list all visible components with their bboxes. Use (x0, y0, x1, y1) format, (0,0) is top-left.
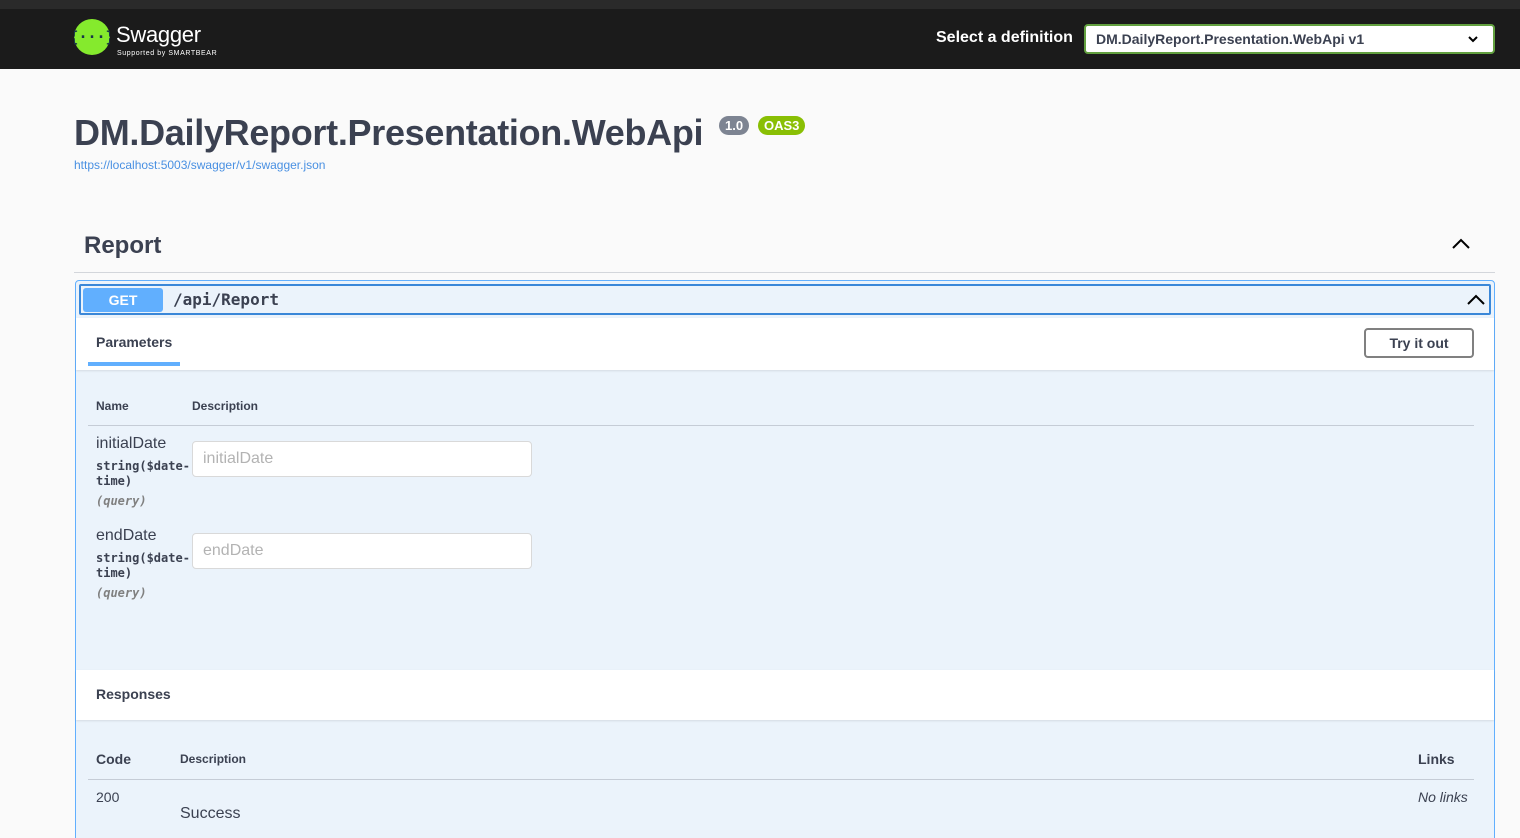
column-code-header: Code (96, 751, 131, 767)
param-type-line: time) (96, 474, 133, 488)
spec-url-link[interactable]: https://localhost:5003/swagger/v1/swagge… (74, 158, 325, 172)
response-links: No links (1418, 789, 1468, 805)
response-description: Success (180, 805, 241, 822)
param-location: (query) (96, 494, 147, 508)
parameters-header: Parameters Try it out (76, 318, 1494, 370)
response-code: 200 (96, 789, 120, 805)
column-name-header: Name (96, 399, 129, 413)
top-bar: {···} Swagger Supported by SMARTBEAR Sel… (0, 0, 1520, 69)
logo-subtext: Supported by SMARTBEAR (117, 50, 218, 57)
param-type-line: time) (96, 566, 133, 580)
param-type-line: string($date- (96, 551, 190, 565)
oas-badge: OAS3 (758, 116, 806, 135)
end-date-input[interactable] (192, 533, 532, 569)
version-badge: 1.0 (719, 116, 750, 135)
operation-path: /api/Report (173, 290, 279, 309)
param-type-line: string($date- (96, 459, 190, 473)
responses-title: Responses (96, 686, 171, 702)
definition-select[interactable]: DM.DailyReport.Presentation.WebApi v1 (1084, 24, 1495, 54)
tab-underline (88, 362, 180, 366)
param-type: string($date- time) (96, 459, 192, 489)
tag-title[interactable]: Report (84, 232, 161, 260)
definition-label: Select a definition (936, 29, 1073, 46)
initial-date-input[interactable] (192, 441, 532, 477)
method-badge: GET (83, 288, 163, 312)
definition-select-value: DM.DailyReport.Presentation.WebApi v1 (1096, 31, 1365, 47)
param-type: string($date- time) (96, 551, 192, 581)
parameters-divider (88, 425, 1474, 426)
chevron-down-icon (1468, 36, 1478, 43)
responses-header: Responses (76, 670, 1494, 720)
responses-divider (88, 779, 1474, 780)
param-location: (query) (96, 586, 147, 600)
param-name: endDate (96, 527, 157, 544)
column-links-header: Links (1418, 751, 1455, 767)
operation-summary[interactable]: GET /api/Report (79, 284, 1491, 315)
browser-edge (0, 0, 1520, 9)
tab-parameters[interactable]: Parameters (96, 334, 172, 350)
param-name: initialDate (96, 435, 167, 452)
column-description-header: Description (180, 752, 247, 766)
chevron-up-icon[interactable] (1465, 292, 1487, 308)
tag-divider (74, 272, 1495, 273)
logo-text: Swagger (116, 22, 201, 47)
svg-text:{···}: {···} (74, 28, 110, 46)
api-title: DM.DailyReport.Presentation.WebApi (74, 112, 704, 153)
swagger-logo-icon[interactable]: {···} (74, 19, 110, 55)
chevron-up-icon[interactable] (1450, 236, 1472, 252)
try-it-out-button[interactable]: Try it out (1364, 328, 1474, 358)
operation-block: GET /api/Report Parameters Try it out Na… (75, 280, 1495, 838)
column-description-header: Description (192, 399, 259, 413)
